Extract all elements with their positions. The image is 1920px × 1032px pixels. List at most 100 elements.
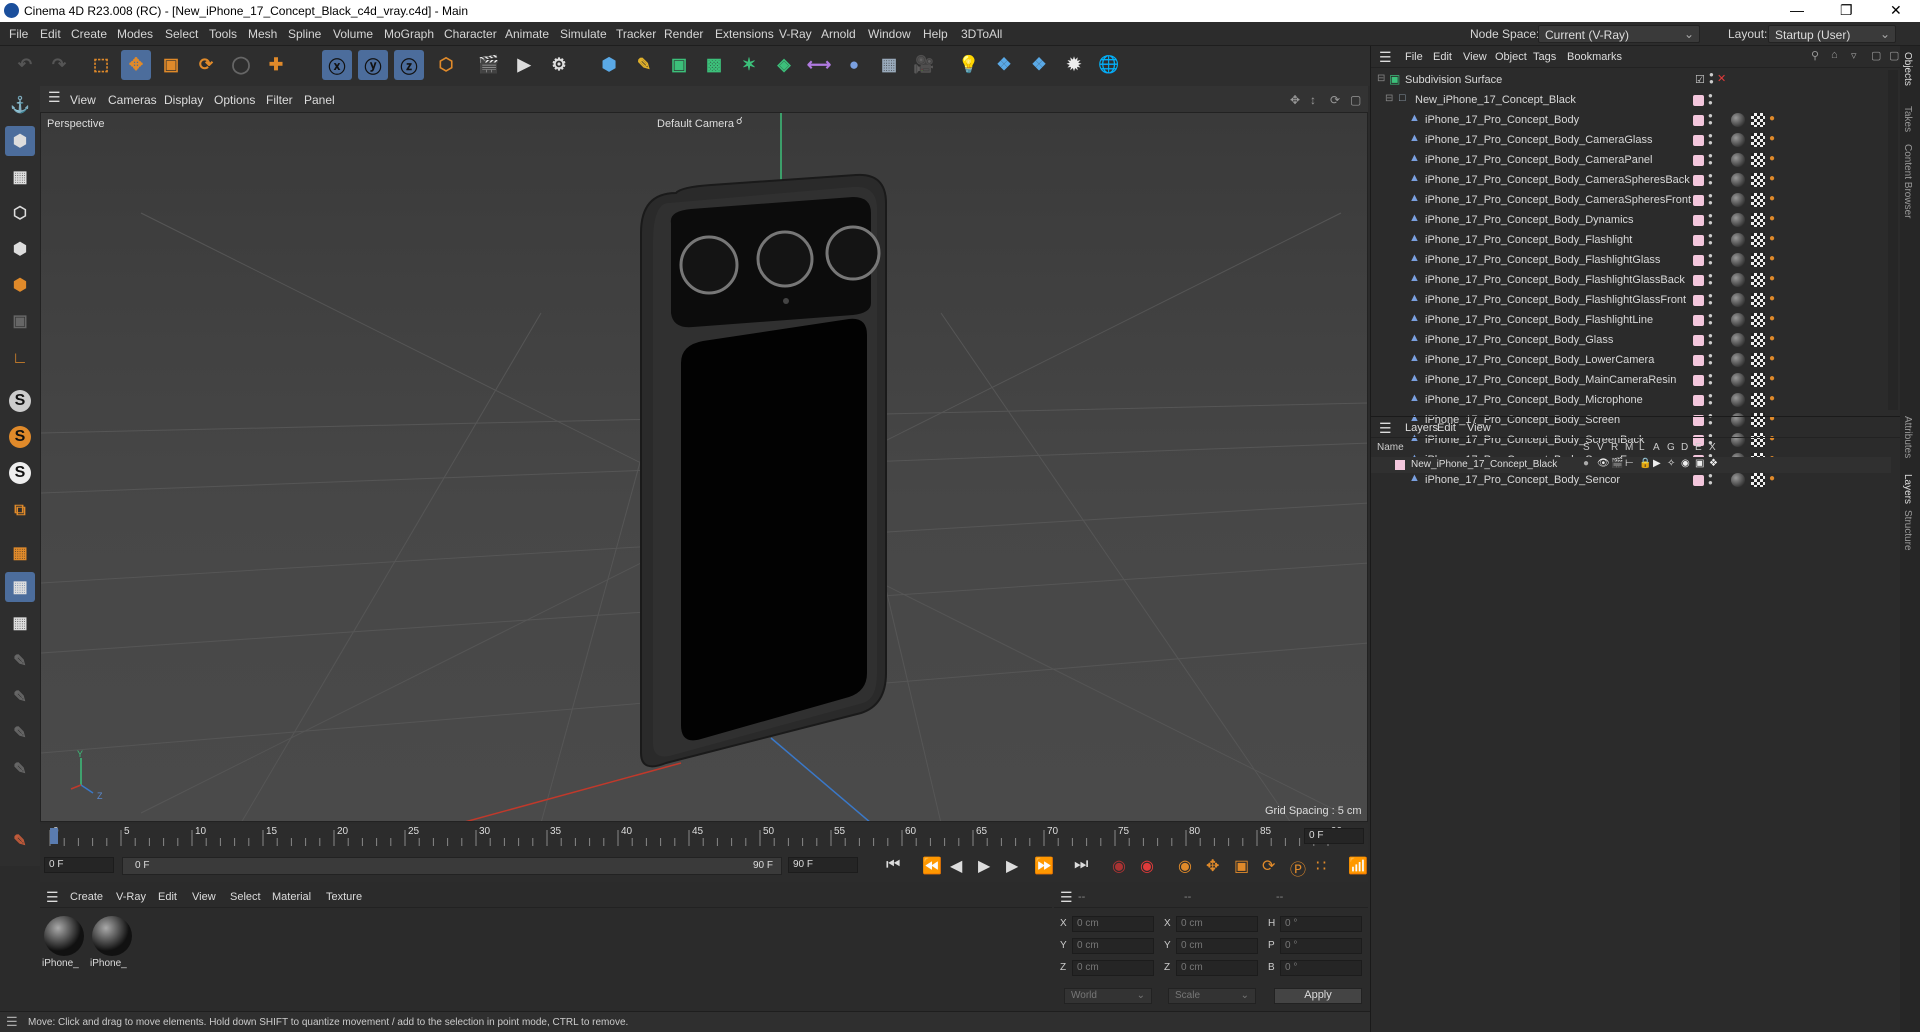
axis-mode-icon[interactable]: ∟	[5, 344, 35, 374]
layer-color-swatch[interactable]	[1693, 115, 1704, 126]
layer-xref-icon[interactable]: ❖	[1709, 458, 1718, 469]
coordinate-system-dropdown[interactable]: World ⌄	[1064, 988, 1152, 1004]
layer-deformer-icon[interactable]: ◉	[1681, 458, 1690, 469]
material-tag-icon[interactable]	[1731, 333, 1745, 347]
hamburger-menu-icon[interactable]: ☰	[1060, 889, 1073, 906]
layer-color-swatch[interactable]	[1693, 335, 1704, 346]
size-field[interactable]: 0 cm	[1176, 960, 1258, 976]
layer-visible-icon[interactable]: 👁	[1597, 458, 1610, 469]
end-frame-field[interactable]: 90 F	[788, 857, 858, 873]
menu-modes[interactable]: Modes	[117, 27, 153, 41]
material-menu-texture[interactable]: Texture	[326, 891, 362, 903]
playhead[interactable]	[50, 828, 58, 844]
python-script-icon[interactable]: ❖	[989, 50, 1019, 80]
menu-vray[interactable]: V-Ray	[779, 27, 812, 41]
x-axis-lock-icon[interactable]: ⓧ	[322, 50, 352, 80]
keyframe-selection-icon[interactable]: ◉	[1178, 856, 1192, 876]
viewport-pan-icon[interactable]: ✥	[1290, 93, 1300, 107]
texture-tag-icon[interactable]	[1751, 313, 1765, 327]
visibility-dots-icon[interactable]: ●●	[1708, 312, 1714, 328]
magnet-icon[interactable]: ⧉	[5, 496, 35, 526]
layer-render-icon[interactable]: 🎬	[1611, 458, 1623, 469]
material-tag-icon[interactable]	[1731, 233, 1745, 247]
material-tag-icon[interactable]	[1731, 153, 1745, 167]
play-icon[interactable]: ▶	[978, 856, 990, 876]
menu-tracker[interactable]: Tracker	[616, 27, 656, 41]
rotation-field[interactable]: 0 °	[1280, 938, 1362, 954]
side-tab-takes[interactable]: Takes	[1902, 106, 1913, 132]
viewport-rotate-icon[interactable]: ⟳	[1330, 93, 1340, 107]
rotation-field[interactable]: 0 °	[1280, 960, 1362, 976]
eraser-icon[interactable]: ✎	[5, 826, 35, 856]
pla-track-icon[interactable]: ∷	[1316, 856, 1326, 876]
record-disabled-icon[interactable]: ◉	[1112, 856, 1126, 876]
python-generator-icon[interactable]: ❖	[1024, 50, 1054, 80]
material-thumbnail[interactable]: iPhone_	[42, 914, 86, 972]
texture-tag-icon[interactable]	[1751, 353, 1765, 367]
texture-tag-icon[interactable]	[1751, 333, 1765, 347]
hamburger-menu-icon[interactable]: ☰	[1379, 49, 1392, 66]
texture-mode-icon[interactable]: ▦	[5, 162, 35, 192]
material-tag-icon[interactable]	[1731, 393, 1745, 407]
side-tab-structure[interactable]: Structure	[1902, 510, 1913, 551]
autokey-icon[interactable]: ◉	[1140, 856, 1154, 876]
extrude-generator-icon[interactable]: ▩	[699, 50, 729, 80]
vray-tag-icon[interactable]: ●	[1769, 233, 1779, 247]
collapse-toggle-icon[interactable]: ⊟	[1385, 93, 1393, 104]
field-icon[interactable]: ●	[839, 50, 869, 80]
material-tag-icon[interactable]	[1731, 173, 1745, 187]
go-to-start-icon[interactable]: ⏮	[886, 856, 900, 874]
material-menu-create[interactable]: Create	[70, 891, 103, 903]
material-tag-icon[interactable]	[1731, 133, 1745, 147]
menu-tools[interactable]: Tools	[209, 27, 237, 41]
texture-tag-icon[interactable]	[1751, 293, 1765, 307]
visibility-dots-icon[interactable]: ●●	[1708, 152, 1714, 168]
menu-help[interactable]: Help	[923, 27, 948, 41]
go-to-end-icon[interactable]: ⏭	[1074, 856, 1088, 874]
render-settings-icon[interactable]: ⚙	[544, 50, 574, 80]
objects-menu-file[interactable]: File	[1405, 51, 1423, 63]
position-track-icon[interactable]: ✥	[1206, 856, 1219, 876]
layer-lock-icon[interactable]: 🔒	[1639, 458, 1651, 469]
position-field[interactable]: 0 cm	[1072, 938, 1154, 954]
texture-tag-icon[interactable]	[1751, 253, 1765, 267]
menu-simulate[interactable]: Simulate	[560, 27, 607, 41]
visibility-dots-icon[interactable]: ●●	[1708, 392, 1714, 408]
vray-tag-icon[interactable]: ●	[1769, 253, 1779, 267]
objects-menu-bookmarks[interactable]: Bookmarks	[1567, 51, 1622, 63]
rotation-track-icon[interactable]: ⟳	[1262, 856, 1275, 876]
object-row[interactable]: ▲ iPhone_17_Pro_Concept_Body ● ● ●	[1371, 110, 1881, 130]
maximize-icon[interactable]: ❐	[1840, 2, 1853, 19]
start-frame-field[interactable]: 0 F	[44, 857, 114, 873]
grid-icon[interactable]: ▦	[5, 572, 35, 602]
edges-mode-icon[interactable]: ⬢	[5, 234, 35, 264]
object-row-subdivision-surface[interactable]: ⊟ ▣ Subdivision Surface ☑ ● ● ✕	[1371, 70, 1881, 90]
visibility-dots-icon[interactable]: ●●	[1708, 192, 1714, 208]
scale-track-icon[interactable]: ▣	[1234, 856, 1249, 876]
camera-icon[interactable]: 🎥	[909, 50, 939, 80]
brush-icon[interactable]: ✎	[5, 682, 35, 712]
menu-edit[interactable]: Edit	[40, 27, 61, 41]
locked-workplane-icon[interactable]: ▦	[5, 608, 35, 638]
layer-color-swatch[interactable]	[1693, 315, 1704, 326]
menu-file[interactable]: File	[9, 27, 28, 41]
z-axis-lock-icon[interactable]: ⓩ	[394, 50, 424, 80]
material-tag-icon[interactable]	[1731, 353, 1745, 367]
knife-icon[interactable]: ✎	[5, 754, 35, 784]
search-icon[interactable]: ⚲	[1811, 49, 1819, 62]
visibility-dots-icon[interactable]: ●●	[1708, 172, 1714, 188]
objects-menu-tags[interactable]: Tags	[1533, 51, 1556, 63]
vray-tag-icon[interactable]: ●	[1769, 113, 1779, 127]
viewport-menu-view[interactable]: View	[70, 93, 96, 107]
material-tag-icon[interactable]	[1731, 313, 1745, 327]
visibility-dots-icon[interactable]: ●●	[1708, 212, 1714, 228]
make-editable-icon[interactable]: ⚓	[5, 90, 35, 120]
layer-color-swatch[interactable]	[1693, 355, 1704, 366]
viewport-toggle-icon[interactable]: ▢	[1350, 93, 1361, 107]
visibility-dots-icon[interactable]: ●●	[1708, 472, 1714, 488]
visibility-dots-icon[interactable]: ●●	[1708, 232, 1714, 248]
vray-tag-icon[interactable]: ●	[1769, 393, 1779, 407]
menu-arnold[interactable]: Arnold	[821, 27, 856, 41]
layer-color-swatch[interactable]	[1693, 395, 1704, 406]
object-row[interactable]: ▲ iPhone_17_Pro_Concept_Body_Microphone ● ●…	[1371, 390, 1881, 410]
